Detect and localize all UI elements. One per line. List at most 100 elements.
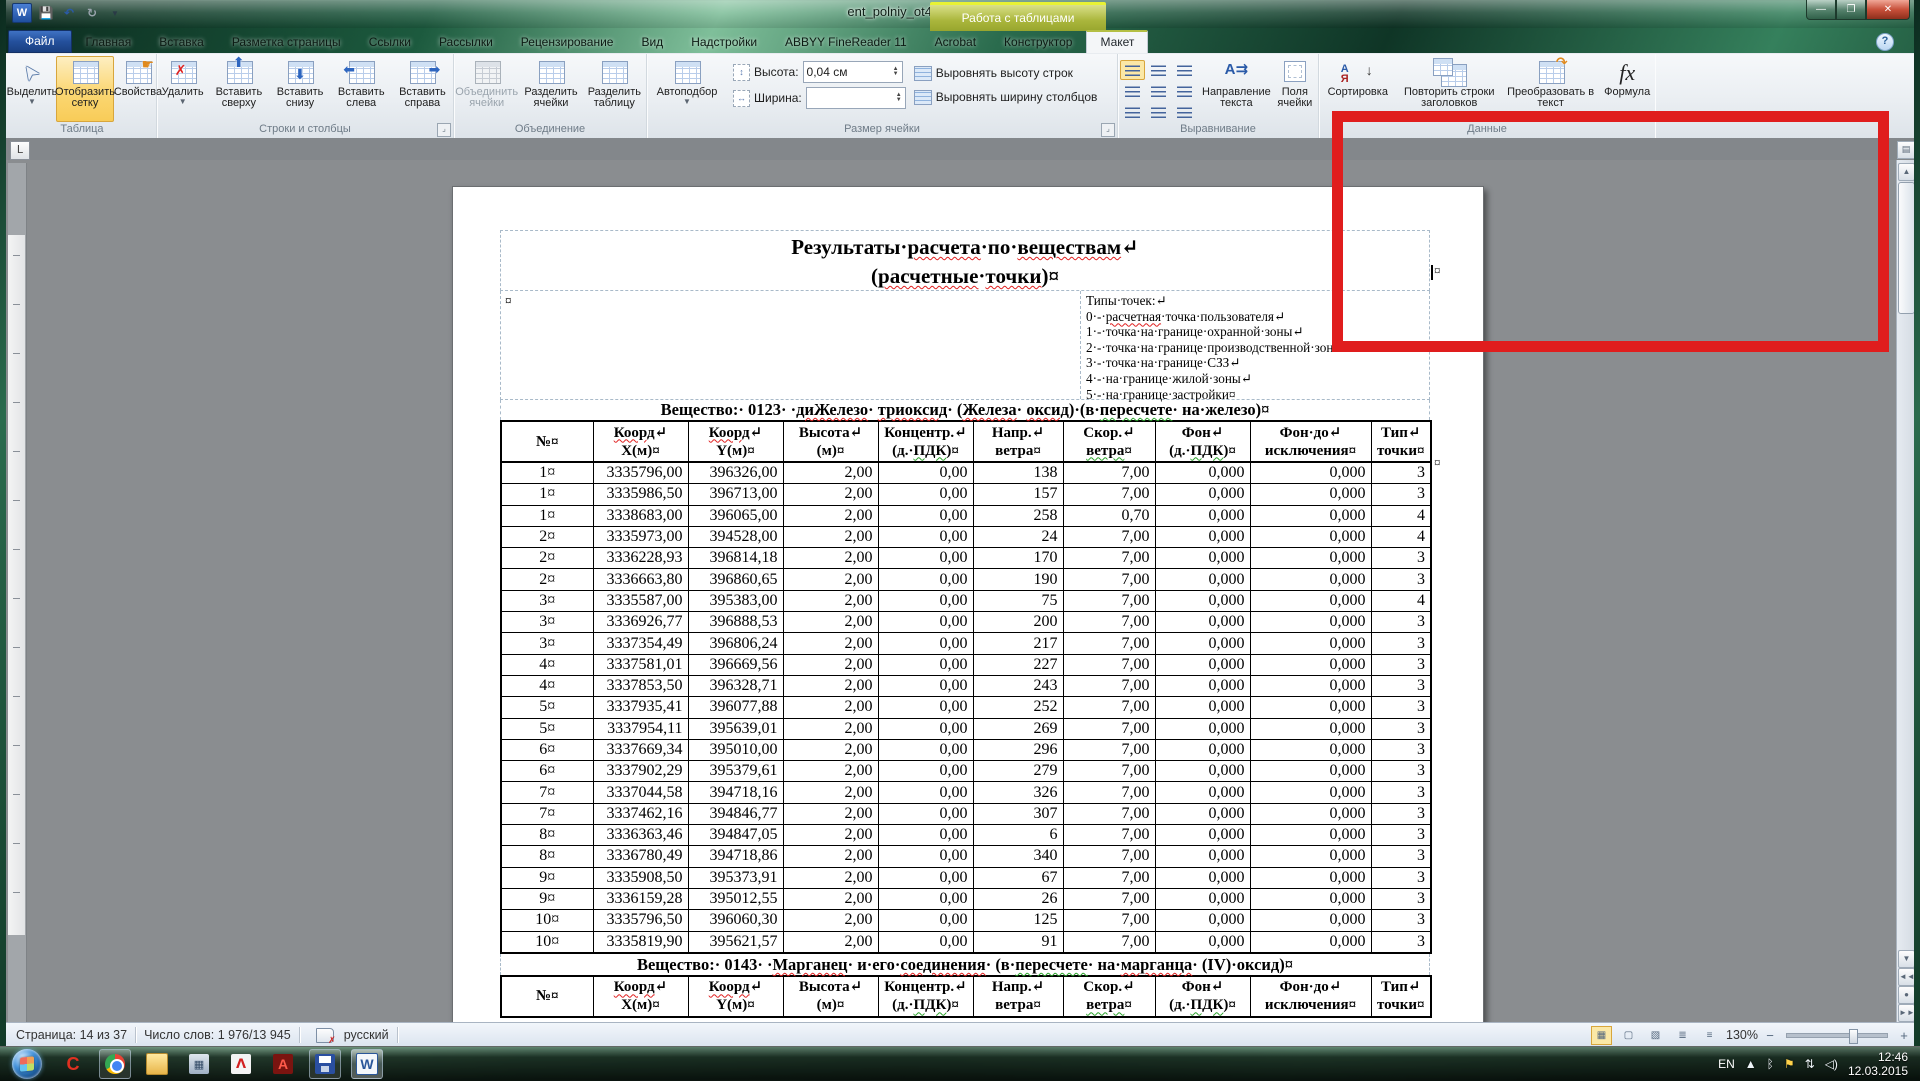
tab-Главная[interactable]: Главная	[72, 31, 146, 53]
vertical-scrollbar[interactable]: ▲ ▼ ◄◄ ● ►►	[1896, 160, 1915, 1022]
tab-Конструктор[interactable]: Конструктор	[990, 31, 1086, 53]
align-bottom-right-button[interactable]	[1172, 102, 1197, 122]
scroll-up-icon[interactable]: ▲	[1898, 163, 1915, 181]
web-layout-view-button[interactable]: ▧	[1645, 1026, 1666, 1045]
qat-dropdown-icon[interactable]: ▼	[106, 4, 124, 22]
align-center-right-button[interactable]	[1172, 81, 1197, 101]
align-center-left-button[interactable]	[1120, 81, 1145, 101]
tab-Ссылки[interactable]: Ссылки	[355, 31, 425, 53]
zoom-in-icon[interactable]: +	[1898, 1028, 1910, 1043]
taskbar-explorer[interactable]	[141, 1049, 173, 1079]
align-bottom-center-button[interactable]	[1146, 102, 1171, 122]
word-app-icon[interactable]: W	[12, 3, 32, 23]
start-button[interactable]	[12, 1049, 42, 1079]
distribute-columns-button[interactable]: Выровнять ширину столбцов	[910, 85, 1102, 109]
delete-button[interactable]: ✗ Удалить▼	[157, 56, 208, 122]
ruler-toggle-button[interactable]: ▤	[1897, 141, 1915, 159]
substance-heading-2[interactable]: Вещество:· 0143· ·Марганец· и·его·соедин…	[500, 954, 1430, 975]
volume-icon[interactable]: ◁)	[1825, 1057, 1838, 1071]
scroll-down-icon[interactable]: ▼	[1898, 950, 1915, 968]
taskbar-calculator[interactable]: ▦	[183, 1049, 215, 1079]
scrollbar-thumb[interactable]	[1898, 182, 1915, 314]
save-button[interactable]: 💾	[37, 4, 55, 22]
proofing-icon[interactable]	[316, 1028, 334, 1043]
previous-page-icon[interactable]: ◄◄	[1898, 968, 1915, 986]
zoom-slider-thumb[interactable]	[1849, 1029, 1858, 1044]
tab-Acrobat[interactable]: Acrobat	[921, 31, 990, 53]
results-table-2[interactable]: №¤Коорд↵X(м)¤Коорд↵Y(м)¤Высота↵(м)¤Конце…	[500, 975, 1430, 1018]
zoom-slider[interactable]	[1786, 1033, 1888, 1038]
cell-margins-button[interactable]: Поля ячейки	[1272, 56, 1318, 122]
tab-Рецензирование[interactable]: Рецензирование	[507, 31, 628, 53]
draft-view-button[interactable]: ≡	[1699, 1026, 1720, 1045]
tab-Макет[interactable]: Макет	[1086, 30, 1148, 53]
zoom-level[interactable]: 130%	[1726, 1028, 1758, 1042]
page-indicator[interactable]: Страница: 14 из 37	[16, 1028, 127, 1042]
language-indicator[interactable]: русский	[344, 1028, 389, 1042]
outline-view-button[interactable]: ≣	[1672, 1026, 1693, 1045]
redo-button[interactable]: ↻	[83, 4, 101, 22]
maximize-button[interactable]: ❐	[1836, 0, 1866, 20]
taskbar-adobe-reader[interactable]: ꓥ	[225, 1049, 257, 1079]
fullscreen-view-button[interactable]: ▢	[1618, 1026, 1639, 1045]
split-table-button[interactable]: Разделить таблицу	[583, 56, 646, 122]
language-en[interactable]: EN	[1718, 1057, 1735, 1071]
bluetooth-icon[interactable]: ᛒ	[1767, 1057, 1774, 1071]
dialog-launcher-icon[interactable]: ⌟	[1101, 123, 1115, 137]
spinner-arrows-icon[interactable]: ▲▼	[893, 67, 899, 77]
tab-Разметка страницы[interactable]: Разметка страницы	[218, 31, 355, 53]
spinner-arrows-icon[interactable]: ▲▼	[896, 93, 902, 103]
text-direction-button[interactable]: A⇉ Направление текста	[1201, 56, 1272, 122]
zoom-out-icon[interactable]: −	[1764, 1028, 1776, 1043]
print-layout-view-button[interactable]: ▦	[1591, 1026, 1612, 1045]
clock[interactable]: 12:46 12.03.2015	[1848, 1050, 1908, 1078]
align-top-left-button[interactable]	[1120, 60, 1145, 80]
help-icon[interactable]: ?	[1876, 33, 1894, 51]
tab-Вид[interactable]: Вид	[627, 31, 677, 53]
status-flag-icon[interactable]: ⚑	[1784, 1057, 1795, 1071]
distribute-rows-button[interactable]: Выровнять высоту строк	[910, 61, 1102, 85]
taskbar-word[interactable]: W	[351, 1049, 383, 1079]
dialog-launcher-icon[interactable]: ⌟	[437, 123, 451, 137]
vertical-ruler[interactable]	[8, 163, 27, 1022]
tab-Надстройки[interactable]: Надстройки	[677, 31, 771, 53]
insert-left-button[interactable]: ⬅ Вставить слева	[331, 56, 392, 122]
tab-Рассылки[interactable]: Рассылки	[425, 31, 507, 53]
align-center-button[interactable]	[1146, 81, 1171, 101]
insert-right-button[interactable]: ➡ Вставить справа	[392, 56, 453, 122]
tab-selector[interactable]: L	[10, 141, 30, 160]
hidden-icons-chevron[interactable]: ▲	[1745, 1057, 1757, 1071]
legend-empty-cell[interactable]: ¤	[501, 291, 1081, 399]
taskbar-floppy-app[interactable]	[309, 1049, 341, 1079]
close-button[interactable]: ✕	[1866, 0, 1910, 20]
insert-above-button[interactable]: ⬆ Вставить сверху	[208, 56, 269, 122]
results-table-1[interactable]: №¤Коорд↵X(м)¤Коорд↵Y(м)¤Высота↵(м)¤Конце…	[500, 420, 1430, 954]
next-page-icon[interactable]: ►►	[1898, 1004, 1915, 1022]
select-browse-object-icon[interactable]: ●	[1898, 986, 1915, 1004]
taskbar-autocad[interactable]: A	[267, 1049, 299, 1079]
substance-heading-1[interactable]: Вещество:· 0123· ·диЖелезо· триоксид· (Ж…	[500, 400, 1430, 420]
height-input[interactable]: 0,04 см ▲▼	[803, 61, 903, 83]
undo-button[interactable]: ↶	[60, 4, 78, 22]
table-cell: 2,00	[783, 867, 878, 888]
select-button[interactable]: ➤ Выделить▼	[8, 56, 56, 122]
properties-button[interactable]: ☛ Свойства	[114, 56, 162, 122]
document-page[interactable]: Результаты·расчета·по·веществам↵ (расчет…	[452, 186, 1484, 1022]
usb-device-icon[interactable]: ⇅	[1805, 1057, 1815, 1071]
doc-title-cell[interactable]: Результаты·расчета·по·веществам↵ (расчет…	[500, 230, 1430, 291]
autofit-button[interactable]: Автоподбор▼	[647, 56, 727, 122]
align-bottom-left-button[interactable]	[1120, 102, 1145, 122]
word-count[interactable]: Число слов: 1 976/13 945	[144, 1028, 291, 1042]
view-gridlines-button[interactable]: Отобразить сетку	[56, 56, 114, 122]
tab-ABBYY FineReader 11[interactable]: ABBYY FineReader 11	[771, 31, 921, 53]
insert-below-button[interactable]: ⬇ Вставить снизу	[269, 56, 330, 122]
taskbar-chrome[interactable]	[99, 1049, 131, 1079]
minimize-button[interactable]: —	[1806, 0, 1836, 20]
align-top-center-button[interactable]	[1146, 60, 1171, 80]
width-input[interactable]: ▲▼	[806, 87, 906, 109]
tab-Файл[interactable]: Файл	[8, 30, 72, 53]
taskbar-app-c[interactable]: C	[57, 1049, 89, 1079]
split-cells-button[interactable]: Разделить ячейки	[519, 56, 582, 122]
align-top-right-button[interactable]	[1172, 60, 1197, 80]
tab-Вставка[interactable]: Вставка	[145, 31, 218, 53]
